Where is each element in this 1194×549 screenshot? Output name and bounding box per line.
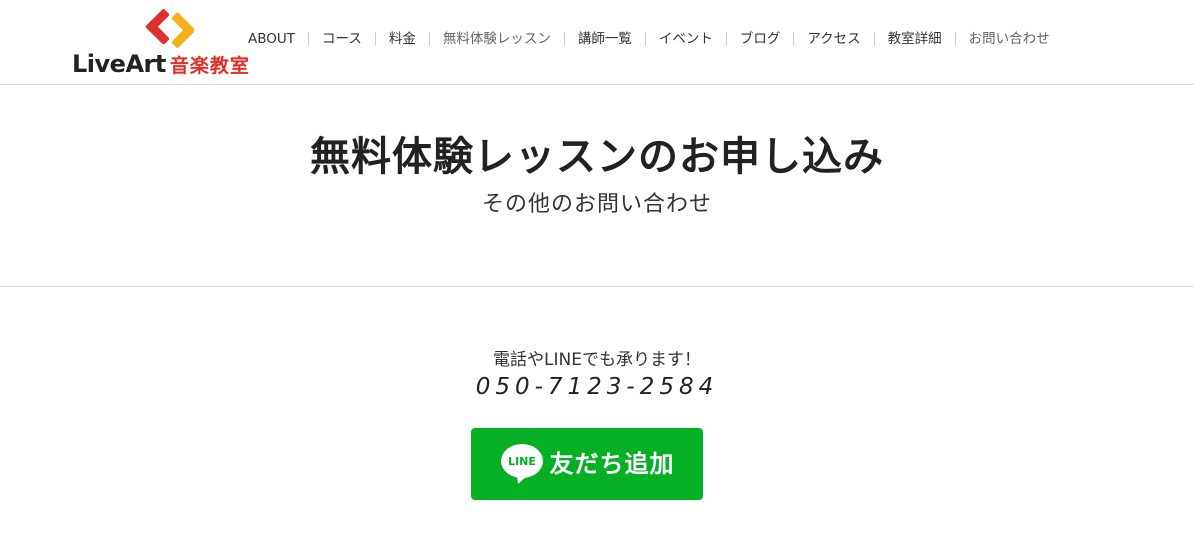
- nav-item-course[interactable]: コース: [309, 28, 375, 50]
- nav-item-blog[interactable]: ブログ: [727, 28, 794, 50]
- nav-item-pricing[interactable]: 料金: [376, 28, 429, 50]
- nav-item-about[interactable]: ABOUT: [235, 28, 308, 50]
- contact-section: 電話やLINEでも承ります！ 050-7123-2584 LINE 友だち追加: [0, 287, 1194, 549]
- page-hero: 無料体験レッスンのお申し込み その他のお問い合わせ: [0, 85, 1194, 287]
- line-logo-icon: LINE: [500, 444, 543, 484]
- nav-item-events[interactable]: イベント: [646, 28, 726, 50]
- phone-number-link[interactable]: 050-7123-2584: [0, 372, 1194, 402]
- line-logo-badge-text: LINE: [508, 455, 536, 468]
- logo-text-en: LiveArt: [72, 50, 166, 78]
- nav-item-school-details[interactable]: 教室詳細: [875, 28, 955, 50]
- site-header: LiveArt 音楽教室 ABOUT コース 料金 無料体験レッスン 講師一覧 イ…: [0, 0, 1194, 85]
- line-add-friend-button[interactable]: LINE 友だち追加: [471, 428, 703, 500]
- logo-text-ja: 音楽教室: [169, 55, 250, 77]
- line-button-label: 友だち追加: [549, 450, 675, 478]
- nav-item-free-trial[interactable]: 無料体験レッスン: [430, 28, 564, 50]
- nav-item-instructors[interactable]: 講師一覧: [565, 28, 645, 50]
- nav-item-contact[interactable]: お問い合わせ: [956, 28, 1063, 50]
- liveart-logo-mark-icon: [145, 9, 194, 48]
- contact-lead-text: 電話やLINEでも承ります！: [493, 350, 701, 370]
- nav-item-access[interactable]: アクセス: [794, 28, 873, 50]
- main-nav: ABOUT コース 料金 無料体験レッスン 講師一覧 イベント ブログ アクセス…: [235, 28, 1063, 50]
- page-subtitle: その他のお問い合わせ: [481, 192, 712, 217]
- logo-wordmark: LiveArt 音楽教室: [72, 50, 250, 81]
- page-title: 無料体験レッスンのお申し込み: [310, 134, 884, 180]
